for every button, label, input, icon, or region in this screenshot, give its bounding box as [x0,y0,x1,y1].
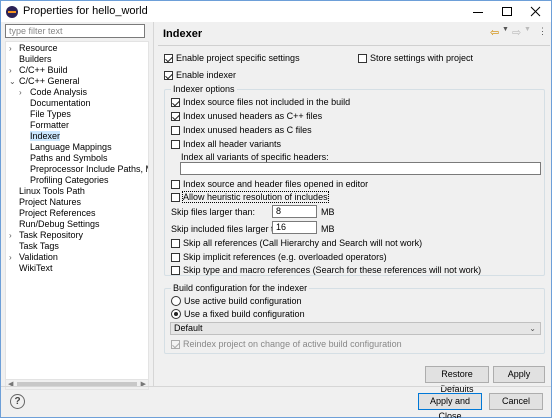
allow-heuristic-checkbox[interactable]: Allow heuristic resolution of includes [171,191,329,203]
help-icon[interactable]: ? [10,394,25,409]
skip-included-input[interactable]: 16 [272,221,317,234]
panel-divider[interactable] [153,22,154,386]
close-button[interactable] [521,1,551,22]
tree-item[interactable]: Project References [19,208,96,219]
radio-dot [171,309,181,319]
index-unused-c-checkbox[interactable]: Index unused headers as C files [171,125,312,135]
skip-larger-unit: MB [321,207,335,217]
expand-arrow-icon[interactable]: › [9,230,17,241]
group-title: Indexer options [171,84,237,94]
tree-item[interactable]: Formatter [30,120,69,131]
expand-arrow-icon[interactable]: › [19,87,27,98]
skip-all-references-checkbox[interactable]: Skip all references (Call Hierarchy and … [171,238,422,248]
collapse-arrow-icon[interactable]: ⌄ [9,76,17,87]
checkbox-box [171,252,180,262]
checkbox-box [171,179,180,189]
tree-item[interactable]: Paths and Symbols [30,153,108,164]
checkbox-box [171,125,180,135]
page-title: Indexer [163,28,203,40]
apply-button[interactable]: Apply [493,366,545,383]
specific-headers-label: Index all variants of specific headers: [181,152,329,162]
expand-arrow-icon[interactable]: › [9,43,17,54]
checkbox-box [171,139,180,149]
cancel-button[interactable]: Cancel [489,393,543,410]
index-opened-in-editor-checkbox[interactable]: Index source and header files opened in … [171,179,368,189]
page-header: Indexer ⇦ ▼ ⇨ ▼ ⋮ [158,23,550,45]
tree-item[interactable]: Task Tags [19,241,59,252]
checkbox-box [358,53,367,63]
skip-larger-label: Skip files larger than: [171,207,256,217]
forward-arrow-icon[interactable]: ⇨ [512,26,521,39]
maximize-button[interactable] [492,1,522,22]
tree-item[interactable]: Profiling Categories [30,175,109,186]
forward-dropdown-icon[interactable]: ▼ [524,26,531,33]
radio-dot [171,296,181,306]
checkbox-box [171,111,180,121]
enable-project-specific-checkbox[interactable]: Enable project specific settings [164,53,300,63]
back-arrow-icon[interactable]: ⇦ [490,26,499,39]
minimize-icon [473,12,483,13]
enable-indexer-checkbox[interactable]: Enable indexer [164,70,236,80]
tree-item[interactable]: Preprocessor Include Paths, Macros [30,164,148,175]
index-unused-cpp-checkbox[interactable]: Index unused headers as C++ files [171,111,322,121]
skip-implicit-references-checkbox[interactable]: Skip implicit references (e.g. overloade… [171,252,387,262]
tree-item[interactable]: Project Natures [19,197,81,208]
expand-arrow-icon[interactable]: › [9,252,17,263]
tree-item[interactable]: WikiText [19,263,53,274]
back-dropdown-icon[interactable]: ▼ [502,26,509,33]
reindex-on-change-checkbox: Reindex project on change of active buil… [171,339,402,349]
tree-item[interactable]: Language Mappings [30,142,112,153]
fixed-config-select[interactable]: Default ⌄ [170,322,541,335]
tree-item[interactable]: Linux Tools Path [19,186,85,197]
checkbox-box [171,265,180,275]
chevron-down-icon: ⌄ [529,324,536,333]
view-menu-icon[interactable]: ⋮ [538,26,547,37]
checkbox-box [171,192,180,202]
checkbox-box [164,53,173,63]
properties-dialog: Properties for hello_world type filter t… [0,0,552,418]
eclipse-icon [6,6,18,18]
header-separator [158,45,550,46]
property-tree: › Resource Builders › C/C++ Build ⌄ C/C++ G… [5,41,149,381]
skip-included-unit: MB [321,224,335,234]
title-bar: Properties for hello_world [1,1,551,22]
tree-item[interactable]: Run/Debug Settings [19,219,100,230]
close-icon [530,6,541,17]
tree-item[interactable]: File Types [30,109,71,120]
restore-defaults-button[interactable]: Restore Defaults [425,366,489,394]
filter-input[interactable]: type filter text [5,24,145,38]
store-settings-checkbox[interactable]: Store settings with project [358,53,473,63]
skip-larger-input[interactable]: 8 [272,205,317,218]
tree-item-indexer[interactable]: Indexer [30,131,61,142]
tree-item[interactable]: Documentation [30,98,91,109]
maximize-icon [502,7,512,16]
minimize-button[interactable] [463,1,493,22]
checkbox-box [171,238,180,248]
tree-horizontal-scrollbar[interactable]: ◀ ▶ [5,379,149,390]
index-source-not-included-checkbox[interactable]: Index source files not included in the b… [171,97,350,107]
use-active-config-radio[interactable]: Use active build configuration [171,296,302,306]
index-all-header-variants-checkbox[interactable]: Index all header variants [171,139,281,149]
apply-and-close-button[interactable]: Apply and Close [418,393,482,418]
specific-headers-input[interactable] [180,162,541,175]
expand-arrow-icon[interactable]: › [9,65,17,76]
skip-type-macro-references-checkbox[interactable]: Skip type and macro references (Search f… [171,265,481,275]
window-title: Properties for hello_world [23,5,148,17]
group-title: Build configuration for the indexer [171,283,310,293]
checkbox-box [171,339,180,349]
checkbox-box [171,97,180,107]
checkbox-box [164,70,173,80]
footer-separator [1,386,551,387]
use-fixed-config-radio[interactable]: Use a fixed build configuration [171,309,305,319]
